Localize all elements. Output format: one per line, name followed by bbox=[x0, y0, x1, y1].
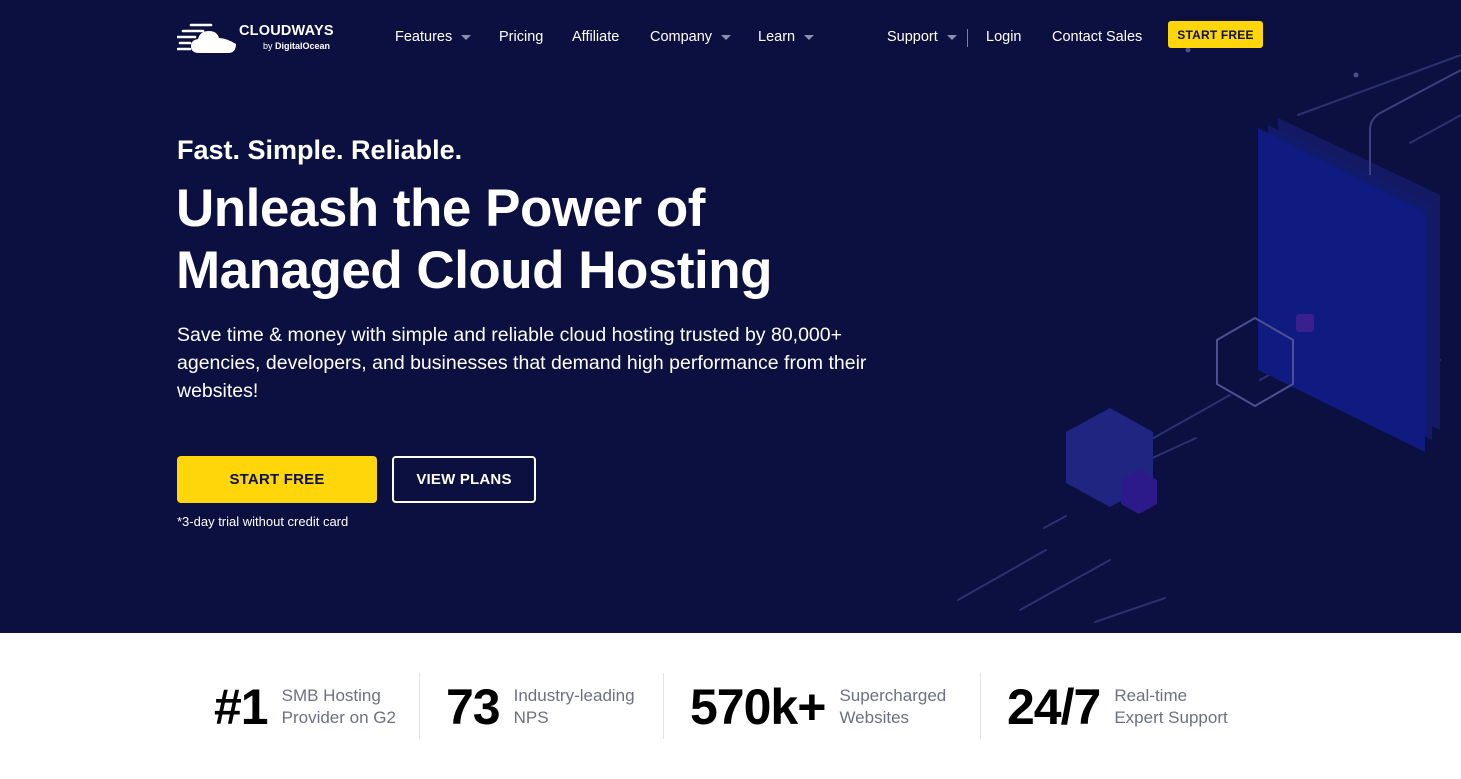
caret-down-icon bbox=[721, 35, 732, 40]
stats-bar: #1 SMB Hosting Provider on G2 73 Industr… bbox=[0, 633, 1461, 779]
stat-nps: 73 Industry-leading NPS bbox=[446, 675, 635, 739]
hero-headline: Unleash the Power of Managed Cloud Hosti… bbox=[176, 179, 773, 300]
stat-label: Industry-leading NPS bbox=[513, 686, 635, 727]
nav-affiliate[interactable]: Affiliate bbox=[572, 29, 619, 45]
nav-learn[interactable]: Learn bbox=[758, 29, 815, 45]
nav-pricing[interactable]: Pricing bbox=[499, 29, 543, 45]
brand-logo[interactable]: CLOUDWAYS by DigitalOcean bbox=[177, 20, 342, 56]
stat-label: SMB Hosting Provider on G2 bbox=[281, 686, 396, 727]
brand-sub-prefix: by bbox=[263, 41, 276, 51]
nav-contact-sales-label: Contact Sales bbox=[1052, 29, 1143, 45]
nav-support[interactable]: Support bbox=[887, 29, 957, 45]
nav-features-label: Features bbox=[395, 29, 453, 45]
stat-g2-rank: #1 SMB Hosting Provider on G2 bbox=[214, 675, 396, 739]
hero-section: CLOUDWAYS by DigitalOcean Features Prici… bbox=[0, 0, 1461, 633]
top-navigation: CLOUDWAYS by DigitalOcean Features Prici… bbox=[0, 0, 1461, 76]
stat-label: Real-time Expert Support bbox=[1114, 686, 1228, 727]
nav-company-label: Company bbox=[650, 29, 713, 45]
view-plans-button[interactable]: VIEW PLANS bbox=[392, 456, 536, 503]
nav-start-free-button[interactable]: START FREE bbox=[1168, 21, 1263, 48]
stat-label: Supercharged Websites bbox=[839, 686, 947, 727]
cloud-logo-icon bbox=[177, 23, 236, 53]
stat-value: 570k+ bbox=[690, 679, 826, 735]
stat-support: 24/7 Real-time Expert Support bbox=[1007, 675, 1228, 739]
nav-login-label: Login bbox=[986, 29, 1022, 45]
stat-value: #1 bbox=[214, 679, 269, 735]
caret-down-icon bbox=[461, 35, 472, 40]
nav-login[interactable]: Login bbox=[986, 29, 1021, 45]
hero-illustration bbox=[957, 47, 1461, 623]
stat-divider bbox=[419, 673, 420, 739]
stat-value: 73 bbox=[446, 679, 501, 735]
hero-tagline: Fast. Simple. Reliable. bbox=[177, 135, 463, 165]
caret-down-icon bbox=[946, 35, 957, 40]
stat-websites: 570k+ Supercharged Websites bbox=[690, 675, 946, 739]
nav-learn-label: Learn bbox=[758, 29, 796, 45]
nav-pricing-label: Pricing bbox=[499, 29, 544, 45]
nav-support-label: Support bbox=[887, 29, 938, 45]
brand-subtitle: by DigitalOcean bbox=[263, 41, 330, 51]
stat-value: 24/7 bbox=[1007, 679, 1101, 735]
hero-subtext: Save time & money with simple and reliab… bbox=[177, 324, 867, 402]
caret-down-icon bbox=[804, 35, 815, 40]
nav-features[interactable]: Features bbox=[395, 29, 472, 45]
trial-note: *3-day trial without credit card bbox=[177, 514, 349, 529]
brand-sub-brand: DigitalOcean bbox=[275, 41, 331, 51]
nav-contact-sales[interactable]: Contact Sales bbox=[1052, 29, 1142, 45]
start-free-button[interactable]: START FREE bbox=[177, 456, 377, 503]
nav-affiliate-label: Affiliate bbox=[572, 29, 620, 45]
stat-divider bbox=[663, 673, 664, 739]
nav-company[interactable]: Company bbox=[650, 29, 732, 45]
nav-divider bbox=[967, 29, 968, 47]
brand-name: CLOUDWAYS bbox=[239, 23, 334, 39]
stat-divider bbox=[980, 673, 981, 739]
